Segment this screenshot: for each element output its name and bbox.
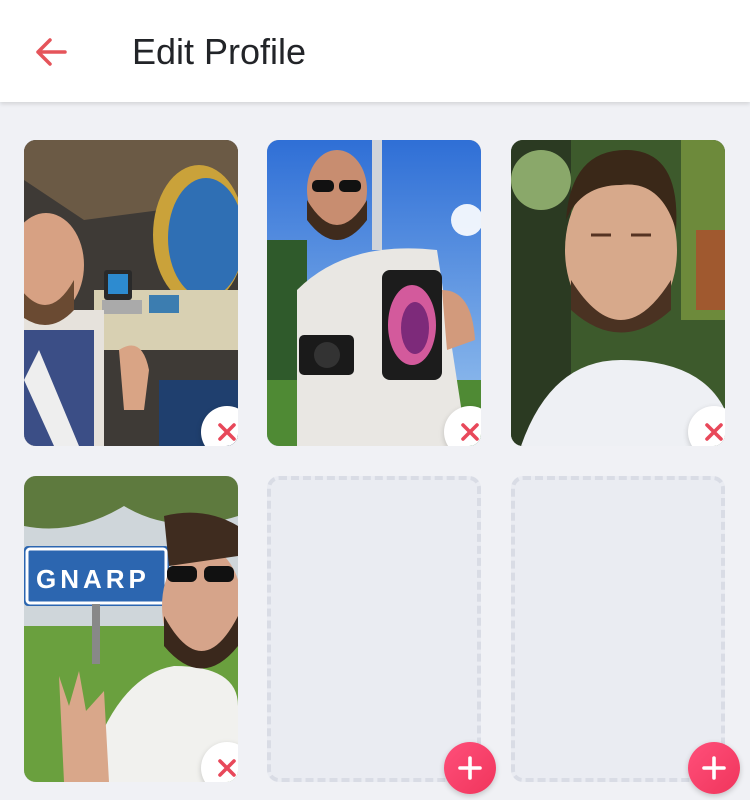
top-app-bar: Edit Profile (0, 0, 750, 102)
plus-icon (458, 756, 482, 780)
close-icon (705, 423, 723, 441)
empty-photo-slot-6[interactable] (511, 476, 725, 782)
back-button[interactable] (30, 32, 72, 72)
close-icon (461, 423, 479, 441)
profile-photo-2[interactable] (267, 140, 481, 446)
profile-photo-3[interactable] (511, 140, 725, 446)
photo-image: GNARP (24, 476, 238, 782)
close-icon (218, 759, 236, 777)
profile-photo-4[interactable]: GNARP (24, 476, 238, 782)
close-icon (218, 423, 236, 441)
photo-image (267, 140, 481, 446)
profile-photo-1[interactable] (24, 140, 238, 446)
photo-image (511, 140, 725, 446)
add-photo-5-button[interactable] (444, 742, 496, 794)
plus-icon (702, 756, 726, 780)
photo-image (24, 140, 238, 446)
page-title: Edit Profile (132, 31, 307, 72)
arrow-left-icon (36, 38, 67, 66)
add-photo-6-button[interactable] (688, 742, 740, 794)
photo-grid: GNARP (0, 0, 750, 800)
sign-text: GNARP (36, 564, 150, 594)
empty-photo-slot-5[interactable] (267, 476, 481, 782)
